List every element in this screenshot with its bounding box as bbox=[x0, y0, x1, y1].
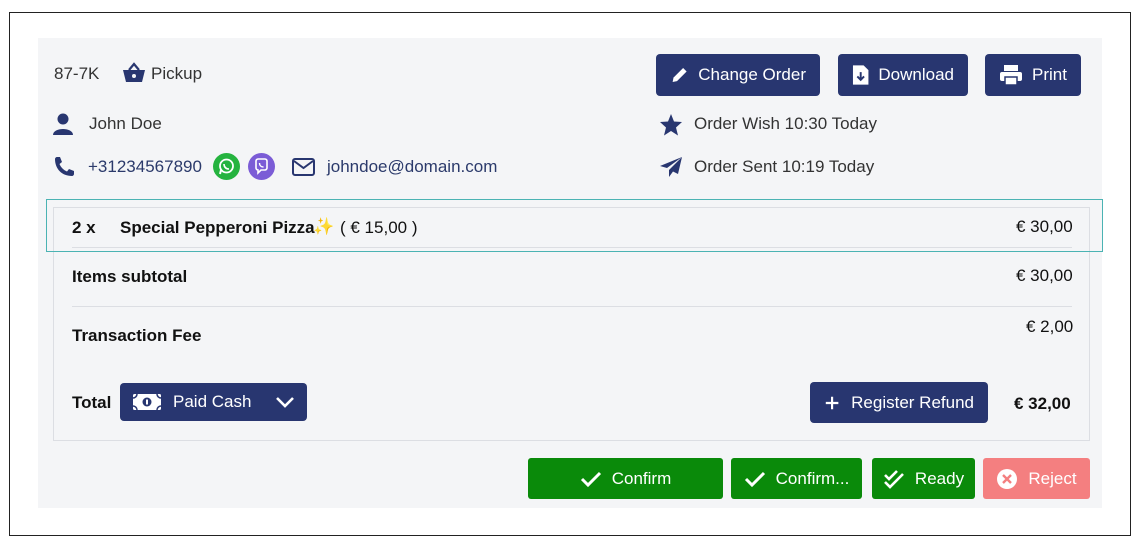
check-icon bbox=[580, 471, 601, 487]
total-label: Total bbox=[72, 393, 112, 412]
print-label: Print bbox=[1032, 65, 1067, 84]
basket-icon bbox=[122, 62, 146, 84]
cash-icon bbox=[132, 393, 162, 411]
order-sent-time: Order Sent 10:19 Today bbox=[694, 157, 875, 176]
order-code: 87-7K bbox=[54, 64, 100, 83]
chevron-down-icon bbox=[276, 397, 294, 408]
item-quantity: 2 x bbox=[72, 218, 96, 237]
reject-button[interactable]: Reject bbox=[983, 458, 1090, 499]
plus-icon bbox=[825, 396, 839, 409]
confirm-button[interactable]: Confirm bbox=[528, 458, 723, 499]
register-refund-label: Register Refund bbox=[851, 392, 974, 412]
item-name: Special Pepperoni Pizza bbox=[120, 218, 315, 237]
item-divider bbox=[72, 247, 1072, 248]
viber-icon[interactable] bbox=[248, 153, 275, 180]
change-order-label: Change Order bbox=[698, 65, 806, 84]
order-type: Pickup bbox=[151, 64, 203, 83]
paper-plane-icon bbox=[659, 156, 683, 178]
subtotal-value: € 30,00 bbox=[1016, 266, 1073, 285]
download-label: Download bbox=[878, 65, 954, 84]
envelope-icon bbox=[292, 158, 315, 176]
close-circle-icon bbox=[997, 468, 1018, 489]
total-value: € 32,00 bbox=[1014, 394, 1071, 413]
confirm-more-button[interactable]: Confirm... bbox=[731, 458, 862, 499]
pencil-icon bbox=[672, 67, 687, 83]
change-order-button[interactable]: Change Order bbox=[656, 54, 820, 96]
confirm-label: Confirm bbox=[611, 468, 672, 488]
order-wish-time: Order Wish 10:30 Today bbox=[694, 114, 877, 133]
phone-icon bbox=[53, 156, 75, 178]
fee-label: Transaction Fee bbox=[72, 326, 202, 345]
double-check-icon bbox=[884, 469, 904, 489]
customer-email[interactable]: johndoe@domain.com bbox=[327, 157, 497, 177]
fee-value: € 2,00 bbox=[1026, 317, 1074, 336]
whatsapp-icon[interactable] bbox=[213, 153, 240, 180]
file-download-icon bbox=[852, 65, 869, 85]
ready-button[interactable]: Ready bbox=[872, 458, 975, 499]
item-total: € 30,00 bbox=[1016, 217, 1073, 236]
printer-icon bbox=[1000, 65, 1022, 86]
payment-method-label: Paid Cash bbox=[173, 392, 252, 411]
check-icon bbox=[744, 471, 765, 487]
download-button[interactable]: Download bbox=[838, 54, 968, 96]
customer-phone[interactable]: +31234567890 bbox=[88, 157, 202, 177]
subtotal-label: Items subtotal bbox=[72, 267, 188, 286]
item-unit-price: ( € 15,00 ) bbox=[340, 218, 418, 237]
sparkles-icon: ✨ bbox=[313, 217, 335, 236]
confirm-more-label: Confirm... bbox=[775, 468, 850, 488]
register-refund-button[interactable]: Register Refund bbox=[810, 382, 988, 423]
customer-name: John Doe bbox=[89, 114, 162, 133]
print-button[interactable]: Print bbox=[985, 54, 1081, 96]
ready-label: Ready bbox=[914, 468, 965, 488]
star-icon bbox=[659, 113, 683, 136]
user-icon bbox=[53, 113, 73, 135]
subtotal-divider bbox=[72, 306, 1072, 307]
reject-label: Reject bbox=[1028, 468, 1077, 488]
payment-method-select[interactable]: Paid Cash bbox=[120, 383, 307, 421]
